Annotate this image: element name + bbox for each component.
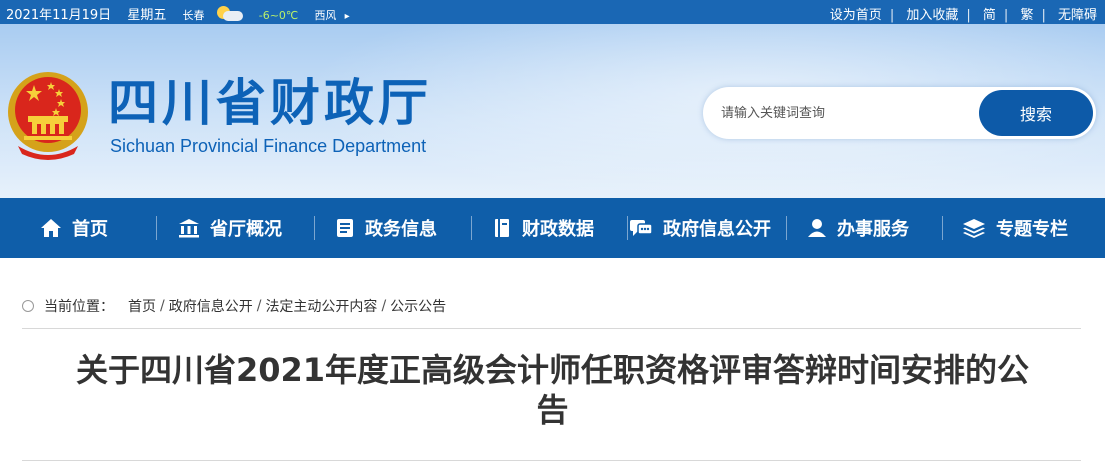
main-navigation: 首页 省厅概况 政务信息 财政数据 政府信息公开 办事服务 专题专栏 [0, 198, 1105, 258]
location-icon [22, 300, 34, 312]
set-homepage-link[interactable]: 设为首页 [830, 8, 882, 23]
nav-item-label: 首页 [72, 219, 108, 240]
partly-cloudy-icon [213, 6, 243, 22]
nav-item-info-disclosure[interactable]: 政府信息公开 [629, 198, 771, 258]
divider [22, 460, 1081, 461]
home-icon [41, 219, 61, 237]
nav-item-overview[interactable]: 省厅概况 [178, 198, 282, 258]
breadcrumb-label: 当前位置： [44, 299, 114, 315]
nav-item-label: 省厅概况 [210, 219, 282, 240]
search-input[interactable] [721, 99, 971, 127]
breadcrumb-info-disclosure[interactable]: 政府信息公开 [169, 296, 253, 316]
breadcrumb-announcements[interactable]: 公示公告 [390, 296, 446, 316]
national-emblem-icon[interactable] [4, 68, 92, 160]
nav-item-label: 政务信息 [365, 219, 437, 240]
building-icon [179, 219, 199, 238]
add-favorite-link[interactable]: 加入收藏 [906, 8, 958, 23]
top-bar: 2021年11月19日 星期五 长春 -6~0℃ 西风 ▸ 设为首页 | 加入收藏… [0, 0, 1105, 24]
top-links: 设为首页 | 加入收藏 | 简 | 繁 | 无障碍 [829, 8, 1097, 23]
nav-item-finance-data[interactable]: 财政数据 [492, 198, 594, 258]
nav-item-label: 专题专栏 [996, 219, 1068, 240]
breadcrumb-home[interactable]: 首页 [128, 296, 156, 316]
search-button[interactable]: 搜索 [979, 90, 1093, 136]
breadcrumb: 当前位置： 首页 / 政府信息公开 / 法定主动公开内容 / 公示公告 [22, 296, 446, 316]
current-date: 2021年11月19日 [6, 8, 112, 23]
nav-item-label: 办事服务 [837, 219, 909, 240]
weather-wind: 西风 [314, 9, 337, 22]
traditional-chinese-link[interactable]: 繁 [1020, 8, 1033, 23]
chat-icon [630, 220, 653, 236]
nav-item-label: 财政数据 [522, 219, 594, 240]
divider [22, 328, 1081, 329]
nav-item-home[interactable]: 首页 [40, 198, 108, 258]
site-header: 四川省财政厅 Sichuan Provincial Finance Depart… [0, 24, 1105, 198]
simplified-chinese-link[interactable]: 简 [983, 8, 996, 23]
site-title-chinese[interactable]: 四川省财政厅 [108, 74, 432, 132]
site-title-english: Sichuan Provincial Finance Department [110, 136, 427, 156]
breadcrumb-statutory-content[interactable]: 法定主动公开内容 [265, 296, 377, 316]
nav-item-label: 政府信息公开 [663, 219, 771, 240]
document-icon [337, 219, 353, 237]
book-icon [495, 219, 509, 237]
nav-item-services[interactable]: 办事服务 [807, 198, 909, 258]
main-content: 当前位置： 首页 / 政府信息公开 / 法定主动公开内容 / 公示公告 关于四川… [0, 258, 1105, 462]
chevron-right-icon[interactable]: ▸ [345, 11, 350, 22]
nav-item-government-info[interactable]: 政务信息 [335, 198, 437, 258]
search-box: 搜索 [703, 87, 1096, 139]
layers-icon [963, 219, 985, 238]
weather-city: 长春 [182, 9, 205, 22]
user-icon [808, 219, 826, 237]
date-weather-info: 2021年11月19日 星期五 长春 -6~0℃ 西风 ▸ [6, 4, 362, 23]
article-title: 关于四川省2021年度正高级会计师任职资格评审答辩时间安排的公告 [75, 351, 1030, 429]
weather-temperature: -6~0℃ [258, 9, 299, 22]
current-weekday: 星期五 [127, 8, 167, 23]
accessibility-link[interactable]: 无障碍 [1058, 8, 1097, 23]
nav-item-special-topics[interactable]: 专题专栏 [962, 198, 1068, 258]
